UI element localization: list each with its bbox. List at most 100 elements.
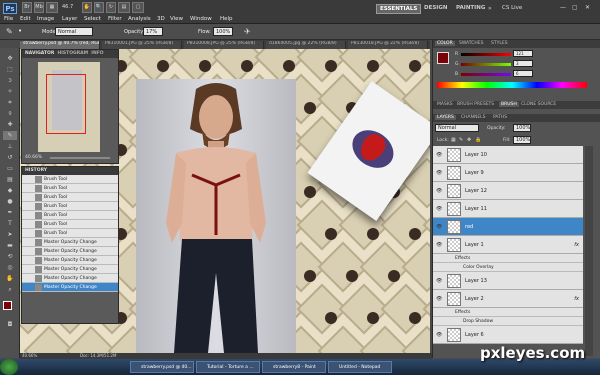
eye-icon[interactable]: 👁 [436, 188, 442, 194]
navigator-zoom-slider[interactable] [50, 157, 110, 159]
b-value[interactable]: 6 [513, 70, 533, 77]
quick-mask-icon[interactable]: ◘ [3, 320, 17, 329]
menu-analysis[interactable]: Analysis [128, 16, 151, 22]
g-value[interactable]: 3 [513, 60, 533, 67]
menu-help[interactable]: Help [220, 16, 233, 22]
history-item[interactable]: Brush Tool [22, 220, 118, 229]
menu-layer[interactable]: Layer [62, 16, 77, 22]
status-zoom[interactable]: 40.66% [22, 353, 37, 358]
gradient-tool-icon[interactable]: ▤ [3, 175, 17, 184]
eye-icon[interactable]: 👁 [436, 152, 442, 158]
eye-icon[interactable]: 👁 [436, 224, 442, 230]
lasso-tool-icon[interactable]: ↄ [3, 76, 17, 85]
workspace-painting[interactable]: PAINTING [456, 5, 485, 11]
r-value[interactable]: 121 [513, 50, 533, 57]
color-spectrum[interactable] [437, 82, 587, 88]
workspace-design[interactable]: DESIGN [424, 5, 447, 11]
flow-field[interactable]: 100% [213, 27, 233, 36]
start-button[interactable] [0, 359, 18, 375]
marquee-tool-icon[interactable]: ⬚ [3, 65, 17, 74]
layer-row[interactable]: 👁 Layer 1 fx [433, 236, 583, 254]
fx-icon[interactable]: fx [574, 296, 579, 302]
tab-layers[interactable]: LAYERS [435, 115, 456, 120]
close-icon[interactable]: ✕ [585, 4, 590, 11]
b-slider[interactable] [461, 73, 511, 76]
eye-icon[interactable]: 👁 [436, 206, 442, 212]
shape-tool-icon[interactable]: ▬ [3, 241, 17, 250]
layers-scrollbar[interactable] [585, 146, 593, 356]
tab-masks[interactable]: MASKS [435, 102, 455, 107]
blend-mode-select[interactable]: Normal [435, 124, 479, 132]
menu-filter[interactable]: Filter [108, 16, 122, 22]
tab-brush[interactable]: BRUSH [499, 102, 519, 107]
eye-icon[interactable]: 👁 [436, 332, 442, 338]
stamp-tool-icon[interactable]: ⊥ [3, 142, 17, 151]
effect-item-row[interactable]: Drop Shadow [433, 317, 583, 326]
layer-row[interactable]: 👁 Layer 9 [433, 164, 583, 182]
r-slider[interactable] [461, 53, 511, 56]
lock-position-icon[interactable]: ✥ [467, 137, 471, 143]
doc-tab-2[interactable]: P8310001.JPG @ 25% (RGB/8) [102, 41, 182, 49]
history-item[interactable]: Master Opacity Change [22, 247, 118, 256]
3d-orbit-tool-icon[interactable]: ◎ [3, 263, 17, 272]
history-item[interactable]: Brush Tool [22, 184, 118, 193]
menu-select[interactable]: Select [84, 16, 101, 22]
healing-tool-icon[interactable]: ✚ [3, 120, 17, 129]
layer-row[interactable]: 👁 Layer 2 fx [433, 290, 583, 308]
doc-tab-1[interactable]: strawberry.psd @ 40.7% (red, RGB/8) [20, 41, 100, 49]
fg-color-chip[interactable] [437, 52, 449, 64]
lock-image-icon[interactable]: ✎ [459, 137, 463, 143]
hand-icon[interactable]: ✋ [82, 2, 92, 13]
dodge-tool-icon[interactable]: ● [3, 197, 17, 206]
zoom-icon[interactable]: 🔍 [94, 2, 104, 13]
hand-tool-icon[interactable]: ✋ [3, 274, 17, 283]
quick-select-tool-icon[interactable]: ✧ [3, 87, 17, 96]
brush-tool-icon-active[interactable]: ✎ [3, 131, 17, 140]
pen-tool-icon[interactable]: ✒ [3, 208, 17, 217]
layer-row[interactable]: 👁 Layer 12 [433, 182, 583, 200]
g-slider[interactable] [461, 63, 511, 66]
tab-navigator[interactable]: NAVIGATOR [25, 51, 54, 56]
eye-icon[interactable]: 👁 [436, 242, 442, 248]
layer-row[interactable]: 👁 Layer 11 [433, 200, 583, 218]
menu-window[interactable]: Window [190, 16, 212, 22]
tab-histogram[interactable]: HISTOGRAM [57, 51, 88, 56]
history-item[interactable]: Brush Tool [22, 229, 118, 238]
effects-row[interactable]: Effects [433, 254, 583, 263]
minibridge-icon[interactable]: Mb [34, 2, 44, 13]
eye-icon[interactable]: 👁 [436, 296, 442, 302]
minimize-icon[interactable]: — [560, 4, 566, 11]
taskbar-photoshop[interactable]: strawberry.psd @ 40... [130, 361, 194, 373]
history-item[interactable]: Brush Tool [22, 202, 118, 211]
tab-channels[interactable]: CHANNELS [459, 115, 488, 120]
airbrush-icon[interactable]: ✈ [244, 27, 251, 36]
cs-live-button[interactable]: CS Live [502, 5, 522, 11]
brush-tool-icon[interactable]: ✎ [6, 27, 13, 36]
navigator-thumbnail[interactable] [38, 62, 100, 152]
tab-paths[interactable]: PATHS [491, 115, 509, 120]
3d-rotate-tool-icon[interactable]: ⟲ [3, 252, 17, 261]
history-item[interactable]: Brush Tool [22, 211, 118, 220]
taskbar-tutorial[interactable]: Tutorial - Torture a ... [196, 361, 260, 373]
view-extras-icon[interactable]: ▦ [46, 2, 58, 13]
menu-3d[interactable]: 3D [157, 16, 165, 22]
layer-row[interactable]: 👁 red [433, 218, 583, 236]
navigator-view-box[interactable] [46, 74, 86, 134]
move-tool-icon[interactable]: ✥ [3, 54, 17, 63]
lock-all-icon[interactable]: 🔒 [475, 137, 481, 143]
crop-tool-icon[interactable]: ⌗ [3, 98, 17, 107]
menu-view[interactable]: View [170, 16, 183, 22]
tab-swatches[interactable]: SWATCHES [457, 41, 486, 46]
eraser-tool-icon[interactable]: ▭ [3, 164, 17, 173]
layer-opacity-field[interactable]: 100% [513, 124, 531, 132]
doc-tab-4[interactable]: d1864005.jpg @ 22% (RGB/8) [266, 41, 346, 49]
taskbar-paint[interactable]: strawberry8 - Paint [262, 361, 326, 373]
tab-styles[interactable]: STYLES [489, 41, 510, 46]
path-select-tool-icon[interactable]: ➤ [3, 230, 17, 239]
blur-tool-icon[interactable]: ◆ [3, 186, 17, 195]
history-item[interactable]: Brush Tool [22, 193, 118, 202]
history-item[interactable]: Master Opacity Change [22, 256, 118, 265]
taskbar-notepad[interactable]: Untitled - Notepad [328, 361, 392, 373]
layer-row[interactable]: 👁 Layer 10 [433, 146, 583, 164]
fx-icon[interactable]: fx [574, 242, 579, 248]
